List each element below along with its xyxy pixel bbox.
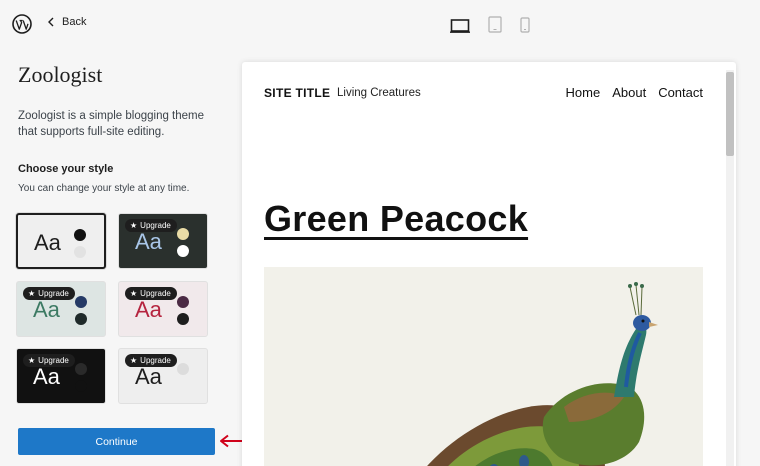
style-sample-text: Aa xyxy=(33,364,60,389)
style-color-dot xyxy=(177,313,189,325)
style-color-dot xyxy=(74,229,86,241)
style-color-dot xyxy=(75,296,87,308)
upgrade-label: Upgrade xyxy=(140,221,171,230)
upgrade-badge: ★ Upgrade xyxy=(23,287,75,300)
style-color-dot xyxy=(177,363,189,375)
style-option-2[interactable]: Aa ★ Upgrade xyxy=(118,213,208,269)
peacock-illustration xyxy=(427,282,658,466)
star-icon: ★ xyxy=(28,356,36,365)
back-button[interactable]: Back xyxy=(46,16,86,28)
nav-item-about[interactable]: About xyxy=(612,85,646,100)
star-icon: ★ xyxy=(130,356,138,365)
theme-description: Zoologist is a simple blogging theme tha… xyxy=(18,110,205,138)
upgrade-label: Upgrade xyxy=(140,289,171,298)
chevron-left-icon xyxy=(48,17,54,27)
star-icon: ★ xyxy=(130,289,138,298)
wordpress-logo-icon[interactable] xyxy=(12,14,32,34)
style-option-6[interactable]: Aa ★ Upgrade xyxy=(118,348,208,404)
style-sample-text: Aa xyxy=(135,229,162,254)
star-icon: ★ xyxy=(28,289,36,298)
style-sample-text: Aa xyxy=(135,297,162,322)
theme-name: Zoologist xyxy=(18,62,103,87)
peacock-image xyxy=(264,267,703,466)
preview-navigation: Home About Contact xyxy=(566,85,703,100)
style-color-dot xyxy=(74,246,86,258)
preview-site-title[interactable]: SITE TITLE xyxy=(264,86,330,100)
preview-tagline: Living Creatures xyxy=(337,87,421,99)
style-color-dot xyxy=(177,296,189,308)
device-switcher xyxy=(450,16,530,33)
style-sample-text: Aa xyxy=(33,297,60,322)
style-color-dot xyxy=(75,313,87,325)
style-option-4[interactable]: Aa ★ Upgrade xyxy=(118,281,208,337)
style-color-dot xyxy=(177,245,189,257)
style-color-dot xyxy=(177,380,189,392)
style-subheading: You can change your style at any time. xyxy=(18,183,190,194)
upgrade-label: Upgrade xyxy=(38,356,69,365)
upgrade-badge: ★ Upgrade xyxy=(125,287,177,300)
style-option-3[interactable]: Aa ★ Upgrade xyxy=(16,281,106,337)
style-color-dot xyxy=(177,228,189,240)
upgrade-badge: ★ Upgrade xyxy=(125,219,177,232)
style-sample-text: Aa xyxy=(135,364,162,389)
star-icon: ★ xyxy=(130,221,138,230)
preview-post-title[interactable]: Green Peacock xyxy=(264,198,528,240)
upgrade-label: Upgrade xyxy=(140,356,171,365)
nav-item-home[interactable]: Home xyxy=(566,85,601,100)
upgrade-label: Upgrade xyxy=(38,289,69,298)
style-heading: Choose your style xyxy=(18,163,114,175)
desktop-device-icon[interactable] xyxy=(450,19,470,33)
preview-scrollbar[interactable] xyxy=(726,72,734,156)
style-color-dot xyxy=(75,380,87,392)
style-sample-text: Aa xyxy=(34,230,61,255)
back-label: Back xyxy=(62,16,87,28)
theme-preview: SITE TITLE Living Creatures Home About C… xyxy=(242,62,736,466)
style-option-5[interactable]: Aa ★ Upgrade xyxy=(16,348,106,404)
nav-item-contact[interactable]: Contact xyxy=(658,85,703,100)
mobile-device-icon[interactable] xyxy=(520,17,530,33)
continue-button[interactable]: Continue xyxy=(18,428,215,455)
tablet-device-icon[interactable] xyxy=(488,16,502,33)
upgrade-badge: ★ Upgrade xyxy=(125,354,177,367)
upgrade-badge: ★ Upgrade xyxy=(23,354,75,367)
style-option-1[interactable]: Aa xyxy=(16,213,106,269)
top-bar: Back xyxy=(0,0,760,50)
style-color-dot xyxy=(75,363,87,375)
